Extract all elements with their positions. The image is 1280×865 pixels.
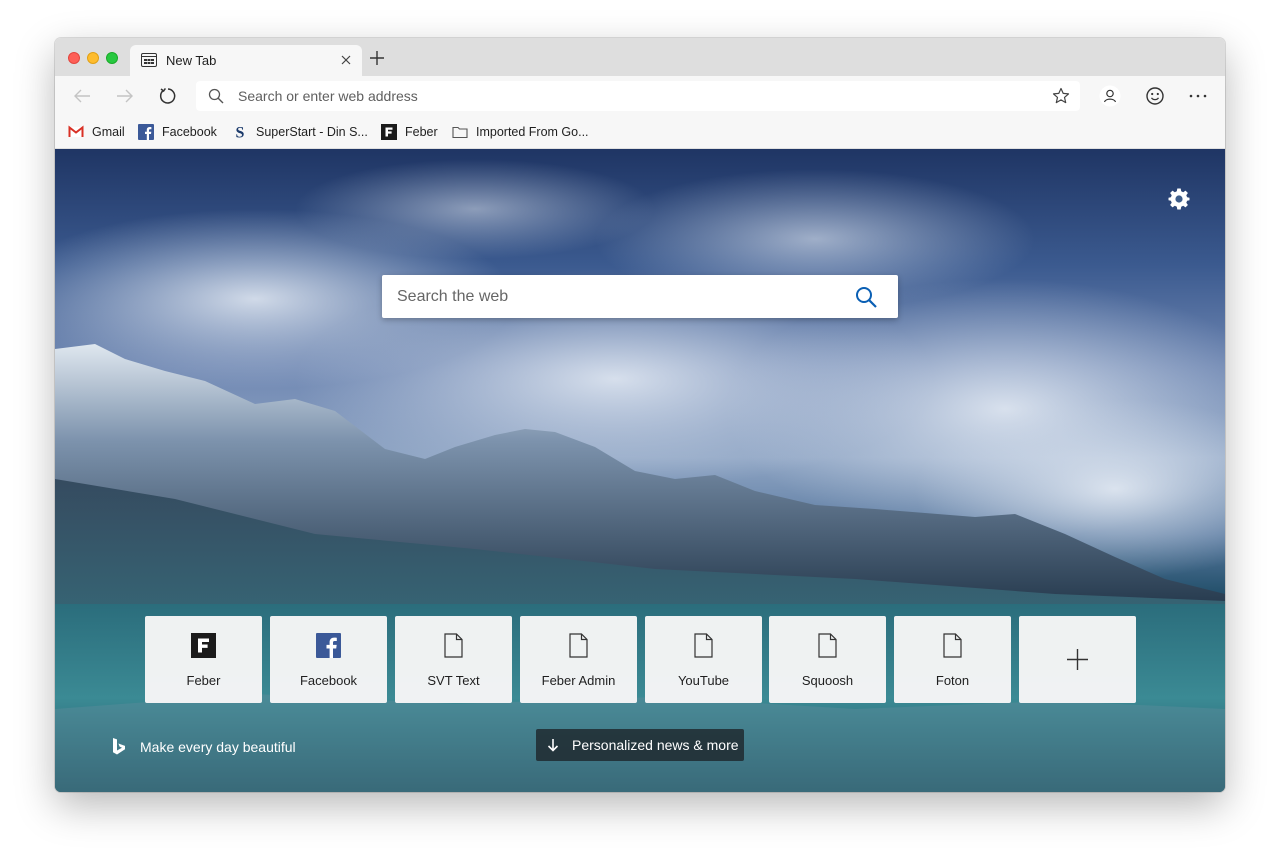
feber-icon	[381, 124, 397, 140]
superstart-icon: S	[236, 125, 245, 141]
tile-label: Foton	[935, 673, 970, 688]
address-bar[interactable]	[196, 81, 1080, 111]
tile-facebook[interactable]: Facebook	[270, 616, 387, 703]
svg-text:S: S	[236, 125, 245, 141]
facebook-icon	[138, 124, 154, 140]
web-search-input[interactable]	[397, 275, 837, 318]
facebook-icon	[316, 633, 341, 658]
bookmark-facebook[interactable]: Facebook	[138, 123, 217, 141]
personalized-news-button[interactable]: Personalized news & more	[536, 729, 744, 761]
tile-label: SVT Text	[427, 673, 480, 688]
search-icon[interactable]	[854, 285, 878, 309]
folder-icon	[452, 126, 468, 139]
tile-label: Feber Admin	[541, 673, 616, 688]
back-arrow-icon[interactable]	[72, 86, 92, 106]
bookmark-label: Facebook	[162, 125, 217, 139]
page-icon	[569, 633, 588, 658]
new-tab-page-icon	[141, 53, 157, 67]
gmail-icon	[68, 125, 84, 137]
bookmark-gmail[interactable]: Gmail	[68, 123, 125, 141]
emoji-feedback-icon[interactable]	[1144, 85, 1166, 107]
bing-caption: Make every day beautiful	[140, 739, 296, 755]
close-window-button[interactable]	[68, 52, 80, 64]
search-icon	[208, 88, 224, 104]
tab-title: New Tab	[166, 53, 217, 68]
feber-icon	[191, 633, 216, 658]
page-icon	[444, 633, 463, 658]
tile-foton[interactable]: Foton	[894, 616, 1011, 703]
more-icon[interactable]	[1187, 85, 1209, 107]
plus-icon	[1067, 649, 1088, 670]
tab-strip: New Tab	[55, 38, 1225, 76]
refresh-icon[interactable]	[158, 86, 178, 106]
news-button-label: Personalized news & more	[572, 737, 739, 753]
star-icon[interactable]	[1052, 87, 1070, 105]
tile-svt-text[interactable]: SVT Text	[395, 616, 512, 703]
tab-new-tab[interactable]: New Tab	[130, 45, 362, 76]
tile-label: Squoosh	[801, 673, 854, 688]
tile-label: Feber	[186, 673, 221, 688]
page-icon	[943, 633, 962, 658]
bookmark-folder-imported[interactable]: Imported From Go...	[452, 123, 589, 141]
tile-youtube[interactable]: YouTube	[645, 616, 762, 703]
navigation-toolbar	[55, 76, 1225, 116]
profile-icon[interactable]	[1099, 85, 1121, 107]
page-icon	[818, 633, 837, 658]
settings-gear-icon[interactable]	[1167, 187, 1191, 211]
web-search-box[interactable]	[382, 275, 898, 318]
forward-arrow-icon[interactable]	[115, 86, 135, 106]
close-tab-icon[interactable]	[340, 54, 352, 66]
bing-logo-icon	[113, 738, 125, 755]
new-tab-page: Feber Facebook SVT Text	[55, 149, 1225, 792]
bookmark-superstart[interactable]: S SuperStart - Din S...	[232, 123, 368, 141]
tile-feber-admin[interactable]: Feber Admin	[520, 616, 637, 703]
tile-add-site[interactable]	[1019, 616, 1136, 703]
tile-label: YouTube	[677, 673, 730, 688]
tile-label: Facebook	[299, 673, 358, 688]
bookmark-label: SuperStart - Din S...	[256, 125, 368, 139]
bookmark-label: Imported From Go...	[476, 125, 589, 139]
zoom-window-button[interactable]	[106, 52, 118, 64]
page-icon	[694, 633, 713, 658]
bing-daily-image-credit[interactable]: Make every day beautiful	[111, 737, 296, 757]
new-tab-plus-icon[interactable]	[369, 50, 385, 66]
bookmark-label: Feber	[405, 125, 438, 139]
browser-window: New Tab Search or enter web address Gmai…	[55, 38, 1225, 792]
tile-feber[interactable]: Feber	[145, 616, 262, 703]
minimize-window-button[interactable]	[87, 52, 99, 64]
bookmark-label: Gmail	[92, 125, 125, 139]
arrow-down-icon	[547, 739, 559, 752]
bookmark-feber[interactable]: Feber	[381, 123, 438, 141]
tile-squoosh[interactable]: Squoosh	[769, 616, 886, 703]
address-input[interactable]	[238, 81, 1018, 111]
bookmarks-bar: Gmail Facebook S SuperStart - Din S... F…	[55, 116, 1225, 149]
